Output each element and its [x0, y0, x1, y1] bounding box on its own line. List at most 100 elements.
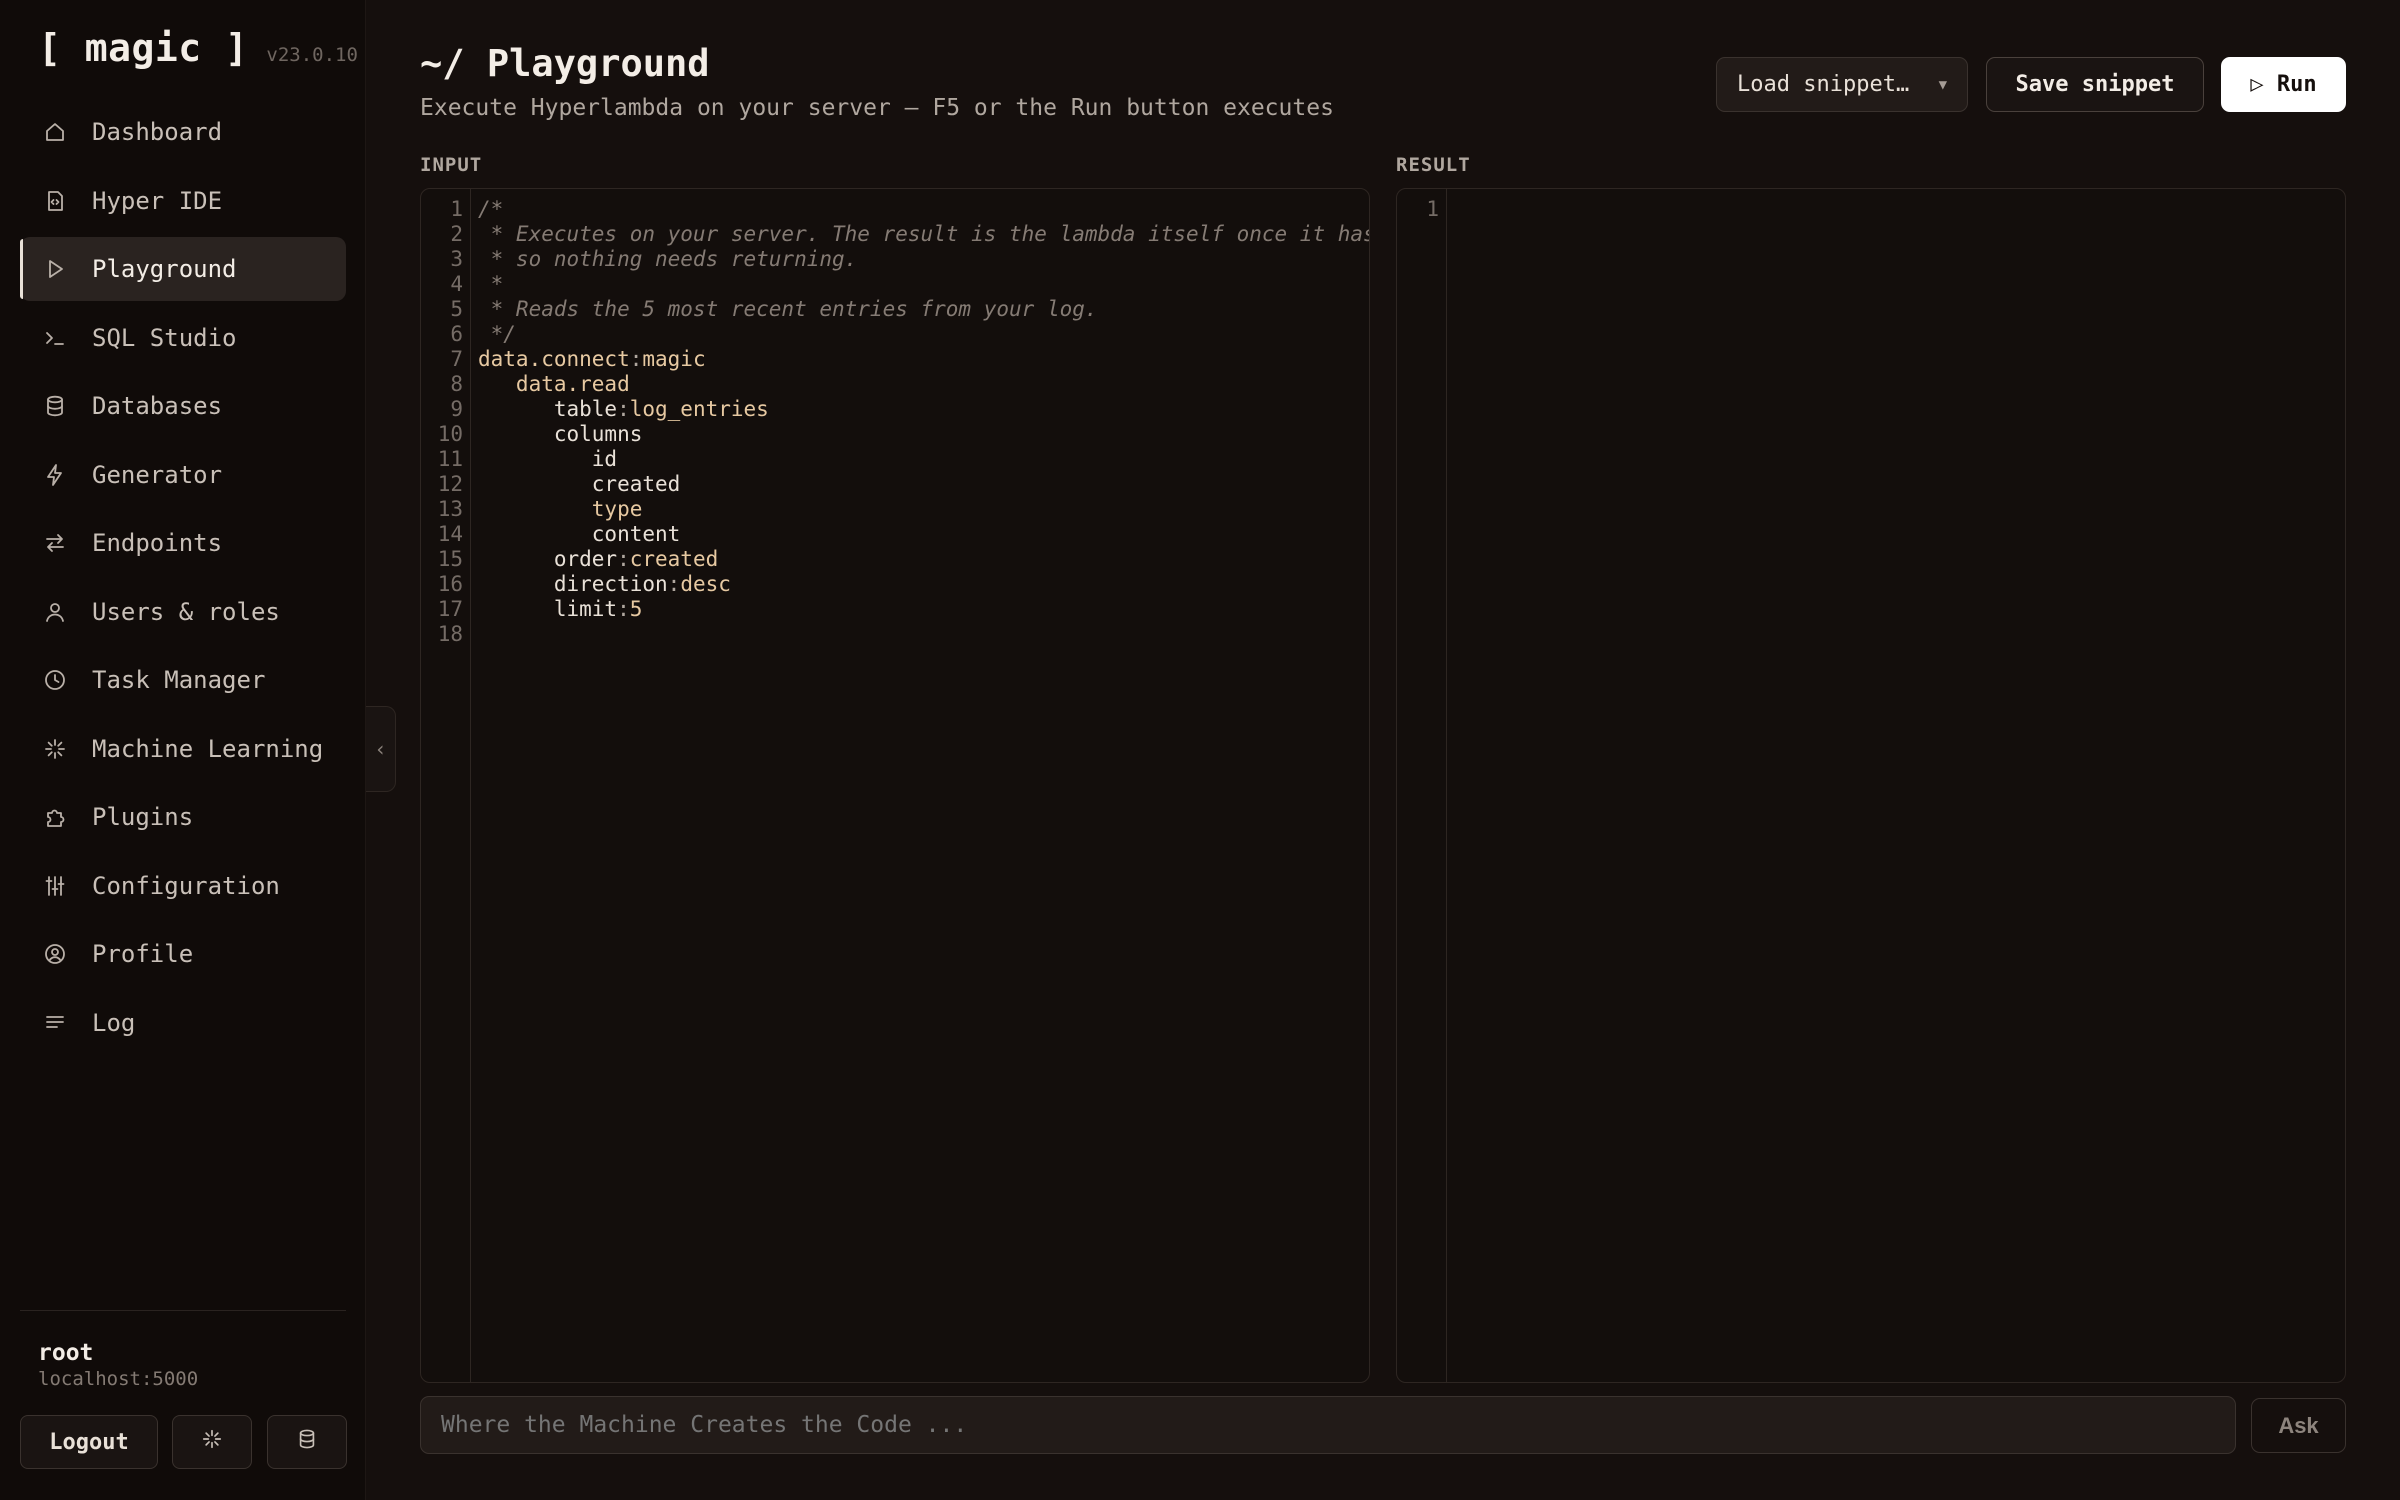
sidebar-item-generator[interactable]: Generator	[20, 443, 346, 507]
page-subtitle: Execute Hyperlambda on your server — F5 …	[420, 95, 1334, 121]
sidebar-item-configuration[interactable]: Configuration	[20, 854, 346, 918]
code-token: */	[478, 322, 516, 346]
code-line: * Reads the 5 most recent entries from y…	[478, 297, 1098, 321]
line-number: 8	[450, 372, 463, 396]
code-token: * Executes on your server. The result is…	[490, 222, 1369, 246]
clock-icon	[42, 667, 68, 693]
sidebar-item-label: Endpoints	[92, 529, 223, 557]
code-token: log_entries	[629, 397, 769, 421]
user-circle-icon	[42, 941, 68, 967]
logout-button[interactable]: Logout	[20, 1415, 158, 1469]
sidebar-item-label: Configuration	[92, 871, 280, 900]
code-token: data.connect	[478, 347, 630, 371]
sidebar-item-users-roles[interactable]: Users & roles	[20, 580, 346, 644]
line-number: 1	[450, 197, 463, 221]
user-name: root	[38, 1340, 94, 1366]
code-token: * so nothing needs returning.	[478, 247, 858, 271]
code-token: id	[478, 447, 618, 471]
code-token: data.read	[478, 372, 630, 396]
sliders-icon	[42, 873, 68, 899]
sparkle-icon	[201, 1428, 223, 1456]
input-editor[interactable]: 1 2 3 4 5 6 7 8 9 10 11 12 13 14 15 16 17 18 /* * Execute…	[420, 188, 1370, 1383]
sidebar-item-label: SQL Studio	[92, 323, 237, 352]
code-line: id	[478, 447, 617, 471]
chevron-left-icon: ‹	[374, 737, 387, 761]
line-number: 17	[437, 597, 463, 621]
code-line: *	[478, 272, 504, 296]
line-number: 18	[437, 622, 463, 646]
code-token: type	[478, 497, 643, 521]
code-line: data.connect:magic	[478, 347, 706, 371]
magic-logo[interactable]: [ magic ]	[38, 26, 248, 70]
code-token: columns	[478, 422, 643, 446]
code-line: columns	[478, 422, 643, 446]
code-token: order	[478, 547, 618, 571]
page-title: ~/ Playground	[420, 42, 710, 85]
sidebar-item-label: Hyper IDE	[92, 186, 223, 215]
code-line: /*	[478, 197, 503, 221]
code-token: :	[617, 397, 630, 421]
result-editor[interactable]: 1	[1396, 188, 2346, 1383]
load-snippet-select[interactable]: Load snippet… ▼	[1716, 57, 1968, 112]
save-snippet-button[interactable]: Save snippet	[1986, 57, 2204, 112]
sidebar-item-label: Dashboard	[92, 118, 223, 146]
sidebar-item-log[interactable]: Log	[20, 991, 346, 1055]
puzzle-icon	[42, 804, 68, 830]
run-button[interactable]: ▷ Run	[2221, 57, 2346, 112]
ask-input[interactable]	[420, 1396, 2236, 1454]
sidebar-divider	[20, 1310, 346, 1311]
sidebar-item-label: Plugins	[92, 803, 194, 831]
code-line: * Executes on your server. The result is…	[478, 222, 1369, 246]
sidebar-item-label: Playground	[92, 255, 237, 283]
line-number: 12	[437, 472, 463, 496]
database-icon	[42, 393, 68, 419]
sidebar-item-dashboard[interactable]: Dashboard	[20, 100, 346, 164]
line-number: 13	[437, 497, 463, 521]
sidebar-item-label: Users & roles	[92, 597, 280, 626]
line-number: 9	[450, 397, 463, 421]
chevron-down-icon: ▼	[1938, 76, 1947, 93]
code-line: type	[478, 497, 643, 521]
database-button[interactable]	[267, 1415, 347, 1469]
code-token: * Reads the 5 most recent entries from y…	[478, 297, 1098, 321]
sidebar-item-task-manager[interactable]: Task Manager	[20, 648, 346, 712]
code-token: *	[478, 272, 504, 296]
sidebar-collapse-handle[interactable]: ‹	[366, 706, 396, 792]
code-line: created	[478, 472, 681, 496]
sidebar-item-plugins[interactable]: Plugins	[20, 785, 346, 849]
code-token: /*	[478, 197, 504, 221]
sidebar-item-label: Task Manager	[92, 666, 266, 694]
lines-icon	[42, 1010, 68, 1036]
sidebar-item-playground[interactable]: Playground	[20, 237, 346, 301]
code-token: :	[617, 547, 630, 571]
code-line: * so nothing needs returning.	[478, 247, 858, 271]
sidebar-item-machine-learning[interactable]: Machine Learning	[20, 717, 346, 781]
sidebar-item-databases[interactable]: Databases	[20, 374, 346, 438]
ask-button[interactable]: Ask	[2251, 1398, 2346, 1453]
sidebar-nav: Dashboard Hyper IDE Playground SQL Studio Da…	[20, 100, 346, 1059]
code-token: 5	[629, 597, 643, 621]
sidebar-item-profile[interactable]: Profile	[20, 922, 346, 986]
line-number: 14	[437, 522, 463, 546]
sidebar-item-endpoints[interactable]: Endpoints	[20, 511, 346, 575]
sidebar-item-label: Generator	[92, 460, 223, 489]
line-number: 16	[437, 572, 463, 596]
code-token: :	[617, 597, 630, 621]
result-gutter: 1	[1397, 189, 1447, 1382]
line-number: 15	[437, 547, 463, 571]
code-file-icon	[42, 188, 68, 214]
sparkle-button[interactable]	[172, 1415, 252, 1469]
sidebar-item-hyper-ide[interactable]: Hyper IDE	[20, 169, 346, 233]
sidebar-item-label: Databases	[92, 392, 223, 420]
code-token: table	[478, 397, 618, 421]
code-token: created	[629, 547, 719, 571]
code-line: order:created	[478, 547, 718, 571]
code-token: :	[667, 572, 681, 596]
terminal-icon	[42, 325, 68, 351]
load-snippet-label: Load snippet…	[1737, 72, 1910, 97]
code-token: created	[478, 472, 681, 496]
sidebar-item-sql-studio[interactable]: SQL Studio	[20, 306, 346, 370]
line-number: 3	[450, 247, 463, 271]
code-line: direction:desc	[478, 572, 731, 596]
code-token: magic	[642, 347, 706, 371]
